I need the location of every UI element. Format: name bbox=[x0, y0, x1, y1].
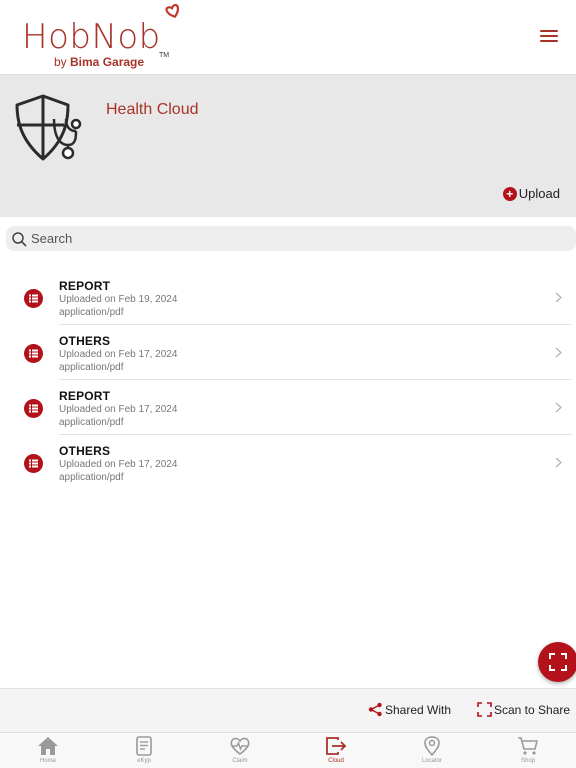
trademark-mark: TM bbox=[159, 52, 170, 59]
document-row[interactable]: OTHERS Uploaded on Feb 17, 2024 applicat… bbox=[0, 325, 576, 380]
document-title: OTHERS bbox=[59, 334, 111, 348]
shield-stethoscope-icon bbox=[15, 94, 82, 161]
plus-icon: + bbox=[502, 186, 517, 201]
heartbeat-icon bbox=[230, 737, 250, 756]
document-date: Uploaded on Feb 17, 2024 bbox=[59, 404, 178, 415]
tab-home[interactable]: Home bbox=[0, 733, 96, 768]
cloud-export-icon bbox=[326, 737, 347, 755]
document-title: OTHERS bbox=[59, 444, 111, 458]
logo-text: HobNob bbox=[22, 17, 161, 57]
search-icon bbox=[12, 231, 27, 246]
location-pin-icon bbox=[424, 736, 440, 756]
tab-claim[interactable]: Claim bbox=[192, 733, 288, 768]
chevron-right-icon bbox=[555, 402, 562, 413]
bottom-tab-bar: Home eKyp Claim Cloud Locator Shop bbox=[0, 732, 576, 768]
list-icon bbox=[24, 454, 43, 473]
search-bar[interactable] bbox=[6, 226, 576, 251]
document-list: REPORT Uploaded on Feb 19, 2024 applicat… bbox=[0, 270, 576, 490]
tab-label: Shop bbox=[520, 758, 535, 764]
document-icon bbox=[136, 736, 152, 756]
upload-button[interactable]: + Upload bbox=[502, 186, 560, 201]
document-date: Uploaded on Feb 17, 2024 bbox=[59, 459, 178, 470]
document-date: Uploaded on Feb 17, 2024 bbox=[59, 349, 178, 360]
document-date: Uploaded on Feb 19, 2024 bbox=[59, 294, 178, 305]
search-input[interactable] bbox=[31, 231, 531, 246]
scan-fab-button[interactable] bbox=[538, 642, 576, 682]
shared-with-button[interactable]: Shared With bbox=[368, 702, 451, 717]
chevron-right-icon bbox=[555, 457, 562, 468]
tab-ekyp[interactable]: eKyp bbox=[96, 733, 192, 768]
upload-label: Upload bbox=[518, 186, 560, 201]
tab-label: Locator bbox=[421, 758, 442, 764]
scan-frame-icon bbox=[477, 702, 492, 717]
tab-label: Home bbox=[39, 758, 56, 764]
share-icon bbox=[368, 702, 382, 717]
tab-label: Cloud bbox=[328, 758, 344, 764]
health-cloud-banner: Health Cloud + Upload bbox=[0, 75, 576, 217]
scan-to-share-button[interactable]: Scan to Share bbox=[477, 702, 570, 717]
document-title: REPORT bbox=[59, 279, 111, 293]
tab-label: eKyp bbox=[137, 758, 151, 764]
home-icon bbox=[38, 737, 58, 755]
hamburger-menu-button[interactable] bbox=[540, 30, 558, 42]
logo-subtitle: by Bima Garage bbox=[54, 55, 144, 69]
document-type: application/pdf bbox=[59, 417, 124, 428]
chevron-right-icon bbox=[555, 347, 562, 358]
list-icon bbox=[24, 399, 43, 418]
document-row[interactable]: OTHERS Uploaded on Feb 17, 2024 applicat… bbox=[0, 435, 576, 490]
tab-locator[interactable]: Locator bbox=[384, 733, 480, 768]
page-title: Health Cloud bbox=[106, 101, 199, 118]
cart-icon bbox=[518, 737, 539, 755]
document-type: application/pdf bbox=[59, 307, 124, 318]
scan-icon bbox=[549, 653, 567, 671]
shared-with-label: Shared With bbox=[385, 702, 452, 717]
scan-to-share-label: Scan to Share bbox=[494, 702, 571, 717]
document-title: REPORT bbox=[59, 389, 111, 403]
logo-sub-prefix: by bbox=[54, 55, 71, 69]
list-icon bbox=[24, 289, 43, 308]
share-action-bar: Shared With Scan to Share bbox=[0, 688, 576, 732]
document-row[interactable]: REPORT Uploaded on Feb 17, 2024 applicat… bbox=[0, 380, 576, 435]
list-icon bbox=[24, 344, 43, 363]
tab-cloud[interactable]: Cloud bbox=[288, 733, 384, 768]
heart-icon bbox=[165, 3, 180, 18]
document-type: application/pdf bbox=[59, 472, 124, 483]
hobnob-logo[interactable]: HobNob by Bima Garage TM bbox=[22, 3, 180, 69]
tab-label: Claim bbox=[232, 758, 248, 764]
app-header: HobNob by Bima Garage TM bbox=[0, 0, 576, 75]
tab-shop[interactable]: Shop bbox=[480, 733, 576, 768]
document-type: application/pdf bbox=[59, 362, 124, 373]
document-row[interactable]: REPORT Uploaded on Feb 19, 2024 applicat… bbox=[0, 270, 576, 325]
logo-sub-brand: Bima Garage bbox=[70, 55, 145, 69]
chevron-right-icon bbox=[555, 292, 562, 303]
